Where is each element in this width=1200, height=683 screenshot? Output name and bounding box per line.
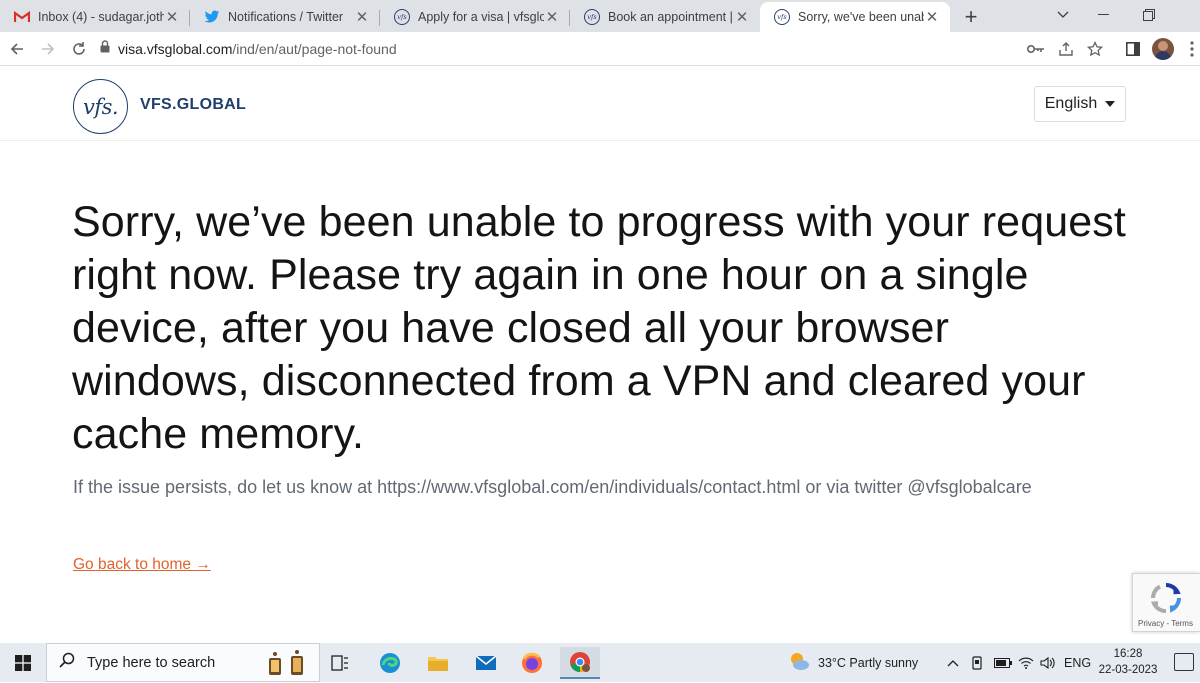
task-view-icon[interactable]	[320, 647, 360, 679]
recaptcha-icon	[1150, 583, 1181, 613]
tab-gmail[interactable]: Inbox (4) - sudagar.jothi@ ✕	[0, 2, 190, 32]
lantern-decoration-icon	[265, 648, 309, 683]
minimize-icon[interactable]	[1080, 0, 1126, 30]
weather-text: 33°C Partly sunny	[818, 655, 919, 670]
language-selector[interactable]: English	[1034, 86, 1126, 122]
side-panel-icon[interactable]	[1121, 37, 1145, 61]
url-text: visa.vfsglobal.com/ind/en/aut/page-not-f…	[118, 41, 397, 57]
vfs-favicon: vfs	[584, 9, 600, 25]
battery-icon[interactable]	[994, 643, 1012, 682]
tab-twitter[interactable]: Notifications / Twitter ✕	[190, 2, 380, 32]
share-icon[interactable]	[1054, 37, 1078, 61]
taskbar-search-box[interactable]: Type here to search	[46, 643, 320, 682]
tab-book-appointment[interactable]: vfs Book an appointment | vf ✕	[570, 2, 760, 32]
restore-icon[interactable]	[1126, 0, 1172, 30]
device-icon[interactable]	[970, 643, 984, 682]
firefox-icon[interactable]	[512, 647, 552, 679]
vfs-logo[interactable]: vfs.	[73, 79, 128, 134]
close-icon[interactable]: ✕	[164, 9, 180, 26]
close-icon[interactable]: ✕	[544, 9, 560, 26]
menu-kebab-icon[interactable]	[1180, 37, 1200, 61]
forward-arrow-icon[interactable]	[34, 35, 62, 63]
logo-text[interactable]: VFS.GLOBAL	[140, 96, 246, 114]
chrome-icon[interactable]	[560, 647, 600, 679]
volume-icon[interactable]	[1040, 643, 1056, 682]
profile-avatar[interactable]	[1151, 37, 1175, 61]
vfs-favicon: vfs	[394, 9, 410, 25]
file-explorer-icon[interactable]	[418, 647, 458, 679]
browser-toolbar: visa.vfsglobal.com/ind/en/aut/page-not-f…	[0, 32, 1200, 66]
tab-title: Inbox (4) - sudagar.jothi@	[38, 10, 164, 24]
twitter-icon	[204, 9, 220, 25]
tab-title: Apply for a visa | vfsgloba	[418, 10, 544, 24]
back-arrow-icon[interactable]	[3, 35, 31, 63]
search-icon	[59, 652, 75, 673]
vfs-favicon: vfs	[774, 9, 790, 25]
windows-start-icon[interactable]	[0, 643, 46, 682]
error-subtext: If the issue persists, do let us know at…	[73, 477, 1032, 497]
avatar	[1152, 38, 1174, 60]
close-icon[interactable]: ✕	[924, 9, 940, 26]
mail-icon[interactable]	[466, 647, 506, 679]
clock-date: 22-03-2023	[1098, 664, 1158, 676]
lock-icon[interactable]	[100, 40, 110, 58]
key-icon[interactable]	[1024, 37, 1048, 61]
tab-page-not-found[interactable]: vfs Sorry, we've been unable ✕	[760, 2, 950, 32]
site-header: vfs. VFS.GLOBAL English	[0, 67, 1200, 141]
tab-strip: Inbox (4) - sudagar.jothi@ ✕ Notificatio…	[0, 0, 1200, 32]
url-path: /ind/en/aut/page-not-found	[232, 41, 397, 57]
gmail-icon	[14, 9, 30, 25]
close-icon[interactable]: ✕	[734, 9, 750, 26]
tab-title: Book an appointment | vf	[608, 10, 734, 24]
go-back-home-link[interactable]: Go back to home →	[73, 556, 211, 574]
taskbar-clock[interactable]: 16:28 22-03-2023	[1088, 646, 1168, 678]
recaptcha-badge[interactable]: Privacy - Terms	[1132, 573, 1200, 632]
weather-widget[interactable]: 33°C Partly sunny	[788, 643, 918, 682]
new-tab-button[interactable]: +	[956, 2, 986, 32]
tab-title: Notifications / Twitter	[228, 10, 344, 24]
close-icon[interactable]: ✕	[354, 9, 370, 26]
wifi-icon[interactable]	[1018, 643, 1034, 682]
tab-apply-visa[interactable]: vfs Apply for a visa | vfsgloba ✕	[380, 2, 570, 32]
address-bar[interactable]: visa.vfsglobal.com/ind/en/aut/page-not-f…	[100, 32, 397, 66]
url-host: visa.vfsglobal.com	[118, 41, 233, 57]
clock-time: 16:28	[1113, 648, 1143, 660]
show-hidden-icons-chevron-icon[interactable]	[947, 643, 959, 682]
notifications-icon[interactable]	[1174, 653, 1194, 671]
recaptcha-links[interactable]: Privacy - Terms	[1138, 619, 1193, 628]
bookmark-star-icon[interactable]	[1083, 37, 1107, 61]
tab-title: Sorry, we've been unable	[798, 10, 924, 24]
windows-taskbar: Type here to search 33°C Partly sunny EN…	[0, 643, 1200, 682]
error-heading: Sorry, we’ve been unable to progress wit…	[72, 198, 1126, 458]
language-label: English	[1044, 95, 1098, 112]
caret-down-icon	[1105, 101, 1116, 107]
reload-icon[interactable]	[65, 35, 93, 63]
search-placeholder: Type here to search	[87, 654, 216, 671]
partly-sunny-icon	[788, 651, 810, 674]
edge-browser-icon[interactable]	[370, 647, 410, 679]
